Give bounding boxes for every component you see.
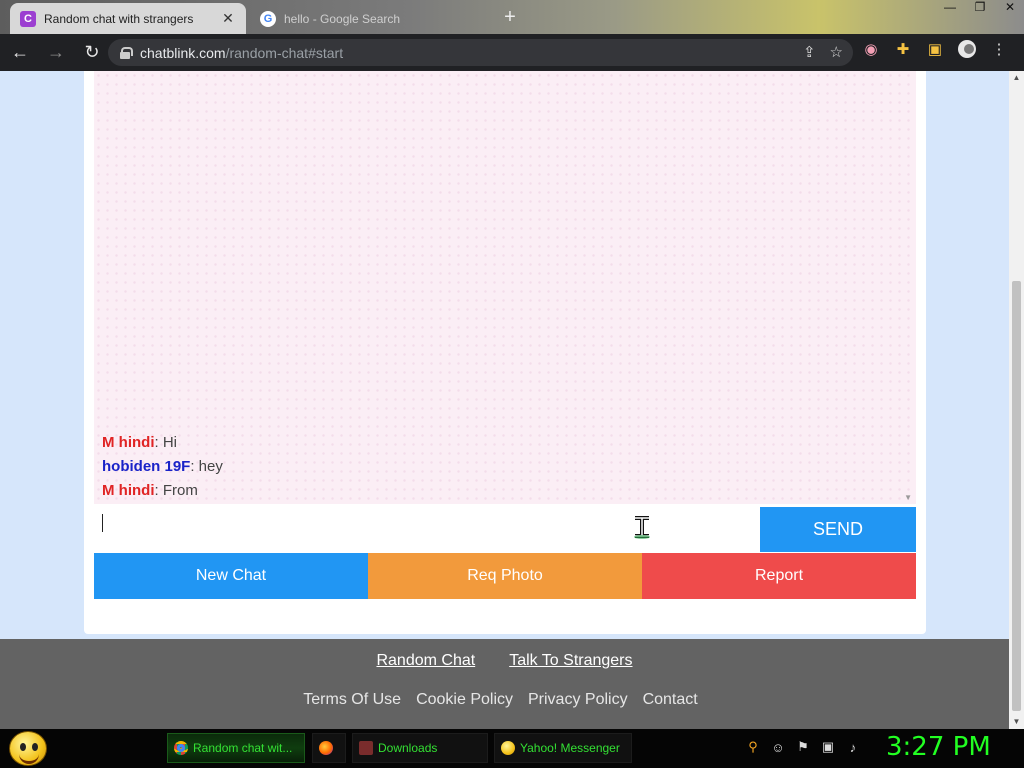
- message-text: : From: [154, 482, 198, 499]
- footer-link-random-chat[interactable]: Random Chat: [376, 652, 475, 670]
- puzzle-extensions-icon[interactable]: ✚: [894, 40, 912, 58]
- footer-link-terms[interactable]: Terms Of Use: [303, 691, 401, 709]
- scroll-up-icon[interactable]: ▲: [1009, 71, 1024, 85]
- profile-avatar-icon[interactable]: [958, 40, 976, 58]
- start-smiley-icon[interactable]: [9, 731, 47, 766]
- site-footer: Random Chat Talk To Strangers Terms Of U…: [0, 639, 1009, 729]
- scroll-down-icon[interactable]: ▼: [1009, 715, 1024, 729]
- search-icon[interactable]: ⚲: [745, 739, 761, 755]
- chat-message: M hindi: From: [102, 482, 198, 499]
- lock-icon[interactable]: [120, 46, 133, 59]
- address-bar[interactable]: chatblink.com/random-chat#start ⇪ ☆: [108, 39, 853, 66]
- footer-link-cookie-policy[interactable]: Cookie Policy: [416, 691, 513, 709]
- taskbar-item-firefox[interactable]: [312, 733, 346, 763]
- bookmark-star-icon[interactable]: ☆: [830, 43, 843, 61]
- downloads-icon: [359, 741, 373, 755]
- footer-link-talk-to-strangers[interactable]: Talk To Strangers: [509, 652, 632, 670]
- tab-random-chat[interactable]: C Random chat with strangers ✕: [10, 3, 246, 34]
- google-favicon-icon: G: [260, 10, 276, 27]
- text-caret: [102, 514, 103, 532]
- action-buttons: New Chat Req Photo Report: [94, 553, 916, 599]
- tab-google-search[interactable]: G hello - Google Search: [250, 3, 482, 34]
- flag-icon[interactable]: ⚑: [795, 739, 811, 755]
- forward-arrow-icon[interactable]: →: [40, 37, 72, 69]
- back-arrow-icon[interactable]: ←: [4, 37, 36, 69]
- chatblink-favicon-icon: C: [20, 10, 36, 27]
- messenger-tray-icon[interactable]: ☺: [770, 740, 786, 755]
- chat-log[interactable]: M hindi: Hi hobiden 19F: hey M hindi: Fr…: [94, 71, 916, 504]
- restore-icon[interactable]: ❐: [972, 0, 988, 14]
- report-button[interactable]: Report: [642, 553, 916, 599]
- vpn-extension-icon[interactable]: ◉: [862, 40, 880, 58]
- text-cursor-icon: [634, 516, 650, 539]
- new-tab-button[interactable]: +: [498, 6, 522, 30]
- yahoo-messenger-icon: [501, 741, 515, 755]
- page-viewport: M hindi: Hi hobiden 19F: hey M hindi: Fr…: [0, 71, 1009, 729]
- taskbar-item-label: Downloads: [378, 741, 438, 755]
- page-scrollbar[interactable]: ▲ ▼: [1009, 71, 1024, 729]
- window-close-icon[interactable]: ✕: [1002, 0, 1018, 14]
- menu-kebab-icon[interactable]: ⋮: [990, 40, 1008, 58]
- taskbar-item-yahoo-messenger[interactable]: Yahoo! Messenger: [494, 733, 632, 763]
- share-icon[interactable]: ⇪: [803, 43, 816, 61]
- minimize-icon[interactable]: —: [942, 0, 958, 14]
- send-button[interactable]: SEND: [760, 507, 916, 552]
- message-input[interactable]: [94, 507, 760, 552]
- taskbar-item-chrome[interactable]: Random chat wit...: [167, 733, 305, 763]
- message-username: hobiden 19F: [102, 458, 191, 475]
- url-host: chatblink.com: [140, 44, 226, 61]
- message-text: : Hi: [154, 434, 178, 451]
- req-photo-button[interactable]: Req Photo: [368, 553, 642, 599]
- chat-scroll-down-icon[interactable]: ▼: [904, 493, 912, 502]
- tab-title: Random chat with strangers: [44, 11, 194, 26]
- chat-message: hobiden 19F: hey: [102, 458, 223, 475]
- network-icon[interactable]: ▣: [820, 739, 836, 755]
- clock[interactable]: 3:27 PM: [886, 732, 991, 762]
- firefox-icon: [319, 741, 333, 755]
- message-text: : hey: [190, 458, 223, 475]
- system-tray: ⚲ ☺ ⚑ ▣ ♪: [745, 739, 861, 755]
- url-path: /random-chat#start: [225, 44, 344, 61]
- volume-icon[interactable]: ♪: [845, 740, 861, 755]
- message-input-row: SEND: [94, 507, 916, 552]
- window-controls: — ❐ ✕: [942, 0, 1018, 14]
- taskbar-item-label: Random chat wit...: [193, 741, 293, 755]
- reload-icon[interactable]: ↻: [76, 37, 108, 69]
- footer-link-privacy-policy[interactable]: Privacy Policy: [528, 691, 628, 709]
- scroll-thumb[interactable]: [1012, 281, 1021, 711]
- chat-message: M hindi: Hi: [102, 434, 177, 451]
- tab-title: hello - Google Search: [284, 11, 401, 26]
- new-chat-button[interactable]: New Chat: [94, 553, 368, 599]
- extension-icons: ◉ ✚ ▣ ⋮: [862, 40, 1008, 58]
- close-icon[interactable]: ✕: [220, 10, 236, 27]
- taskbar: Random chat wit... Downloads Yahoo! Mess…: [0, 729, 1024, 768]
- footer-link-contact[interactable]: Contact: [643, 691, 698, 709]
- message-username: M hindi: [102, 434, 155, 451]
- taskbar-item-label: Yahoo! Messenger: [520, 741, 620, 755]
- chat-card: M hindi: Hi hobiden 19F: hey M hindi: Fr…: [84, 71, 926, 634]
- chrome-icon: [174, 741, 188, 755]
- browser-titlebar: C Random chat with strangers ✕ G hello -…: [0, 0, 1024, 34]
- taskbar-item-downloads[interactable]: Downloads: [352, 733, 488, 763]
- message-username: M hindi: [102, 482, 155, 499]
- side-panel-icon[interactable]: ▣: [926, 40, 944, 58]
